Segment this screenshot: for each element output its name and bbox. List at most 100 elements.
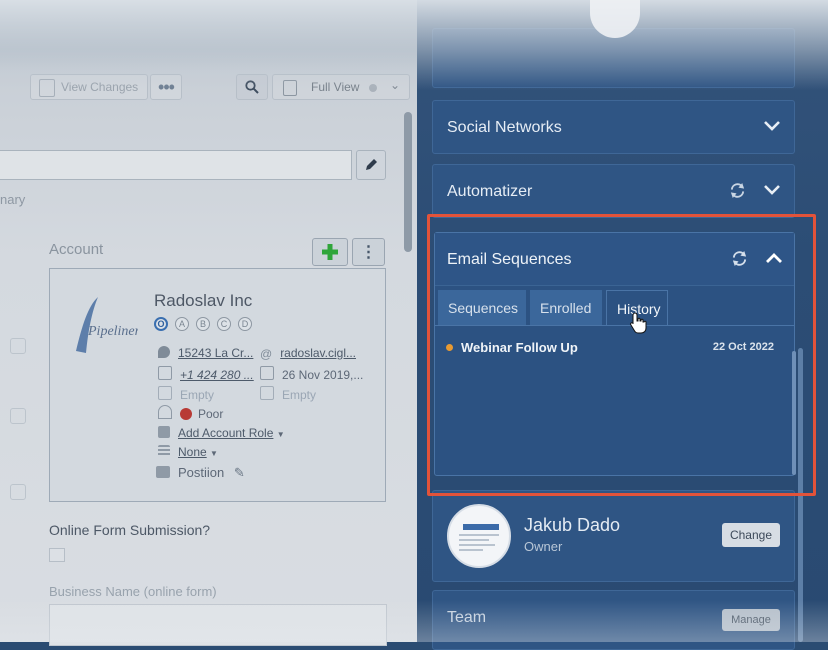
svg-text:Pipeliner: Pipeliner [87, 324, 138, 339]
email-sequences-header[interactable]: Email Sequences [435, 233, 794, 286]
add-account-button[interactable] [312, 238, 348, 266]
position-row[interactable]: Postiion ✎ [156, 465, 245, 481]
phone-icon [10, 484, 26, 500]
briefcase-icon [156, 466, 170, 478]
owner-role: Owner [524, 539, 563, 554]
email-link[interactable]: radoslav.cigl... [280, 346, 356, 360]
caret-down-icon: ▼ [210, 449, 218, 458]
company-logo [459, 524, 499, 551]
list-icon [158, 445, 170, 457]
stage-a[interactable]: A [175, 317, 189, 331]
refresh-icon[interactable] [729, 182, 746, 199]
email-sequences-title: Email Sequences [447, 251, 572, 268]
status-dot-icon [446, 344, 453, 351]
chevron-up-icon[interactable] [766, 250, 782, 266]
status-dot-icon [369, 84, 377, 92]
sequence-name[interactable]: Webinar Follow Up [461, 340, 578, 355]
checkbox-icon [158, 386, 172, 400]
tab-enrolled[interactable]: Enrolled [530, 290, 602, 326]
rating-row[interactable]: Poor [158, 405, 223, 421]
refresh-icon[interactable] [731, 250, 748, 267]
account-role-row[interactable]: Add Account Role ▼ [158, 426, 285, 440]
plus-icon [322, 244, 338, 260]
account-section-label: Account [49, 241, 104, 258]
empty-right-value[interactable]: Empty [282, 388, 316, 402]
tabs-divider [435, 325, 794, 326]
empty-left-value[interactable]: Empty [180, 388, 214, 402]
email-sequences-panel: Email Sequences Sequences Enrolled Histo… [434, 232, 796, 476]
view-mode-label: Full View [311, 80, 360, 94]
record-detail-panel: View Changes ••• Full View ⌄ nary Accoun… [0, 0, 417, 646]
company-name[interactable]: Radoslav Inc [154, 291, 252, 311]
owner-name: Jakub Dado [524, 515, 621, 535]
scrollbar[interactable] [798, 348, 803, 642]
caret-down-icon: ▼ [276, 430, 285, 439]
date-value: 26 Nov 2019,... [282, 368, 364, 382]
pencil-icon [366, 159, 377, 170]
business-name-label: Business Name (online form) [49, 584, 217, 599]
social-networks-panel[interactable]: Social Networks [432, 100, 795, 154]
business-name-field[interactable] [49, 604, 387, 646]
team-title: Team [447, 609, 487, 626]
text-field-icon [260, 386, 274, 400]
phone-icon [10, 408, 26, 424]
add-account-role-link[interactable]: Add Account Role [178, 426, 273, 440]
view-changes-button[interactable]: View Changes [30, 74, 148, 100]
summary-label: nary [0, 192, 26, 207]
stage-o[interactable]: O [154, 317, 168, 331]
layout-icon [283, 80, 297, 96]
social-networks-title: Social Networks [447, 119, 562, 136]
change-owner-button[interactable]: Change [722, 523, 780, 547]
stage-c[interactable]: C [217, 317, 231, 331]
search-icon [245, 80, 259, 94]
position-value: Postiion [178, 465, 225, 480]
automatizer-panel[interactable]: Automatizer [432, 164, 795, 218]
pencil-icon[interactable]: ✎ [234, 465, 245, 480]
role-value[interactable]: None [178, 445, 207, 459]
empty-field-right: Empty [260, 386, 316, 402]
sequence-date: 22 Oct 2022 [712, 341, 774, 353]
manage-team-button[interactable]: Manage [722, 609, 780, 631]
owner-panel: Jakub Dado Owner Change [432, 490, 795, 582]
email-row: @ radoslav.cigl... [260, 346, 356, 361]
stage-b[interactable]: B [196, 317, 210, 331]
form-question-label: Online Form Submission? [49, 522, 211, 538]
phone-link[interactable]: +1 424 280 ... [180, 368, 254, 382]
address-link[interactable]: 15243 La Cr... [178, 346, 253, 360]
hand-cursor-icon [630, 312, 647, 334]
company-logo: Pipeliner [76, 297, 138, 353]
tab-sequences[interactable]: Sequences [438, 290, 526, 326]
location-icon [158, 346, 170, 358]
address-row: 15243 La Cr... [158, 346, 253, 360]
calendar-icon [260, 366, 274, 380]
role-icon [158, 426, 170, 438]
account-menu-button[interactable]: ⋮ [352, 238, 385, 266]
at-icon: @ [260, 347, 273, 361]
document-icon [39, 79, 55, 97]
form-submission-checkbox[interactable] [49, 548, 65, 562]
scrollbar[interactable] [404, 112, 412, 252]
chevron-down-icon[interactable] [764, 181, 780, 197]
stage-d[interactable]: D [238, 317, 252, 331]
team-panel: Team Manage [432, 590, 795, 650]
phone-row: +1 424 280 ... [158, 366, 254, 382]
more-options-button[interactable]: ••• [150, 74, 182, 100]
rating-value: Poor [198, 407, 224, 421]
gauge-icon [158, 405, 172, 419]
rating-dot-icon [180, 408, 192, 420]
search-button[interactable] [236, 74, 268, 100]
top-fade [0, 0, 417, 70]
view-mode-select[interactable]: Full View ⌄ [272, 74, 410, 100]
account-card[interactable]: Pipeliner Radoslav Inc O A B C D 15243 L… [49, 268, 386, 502]
avatar [447, 504, 511, 568]
name-field[interactable] [0, 150, 352, 180]
date-row: 26 Nov 2019,... [260, 366, 363, 382]
chevron-down-icon[interactable] [764, 117, 780, 133]
edit-button[interactable] [356, 150, 386, 180]
scrollbar[interactable] [792, 351, 796, 475]
automatizer-title: Automatizer [447, 183, 533, 200]
phone-icon [158, 366, 172, 380]
role-value-row[interactable]: None ▼ [158, 445, 218, 459]
right-sidebar: Social Networks Automatizer Email Sequen… [417, 0, 828, 650]
view-changes-label: View Changes [61, 80, 139, 94]
